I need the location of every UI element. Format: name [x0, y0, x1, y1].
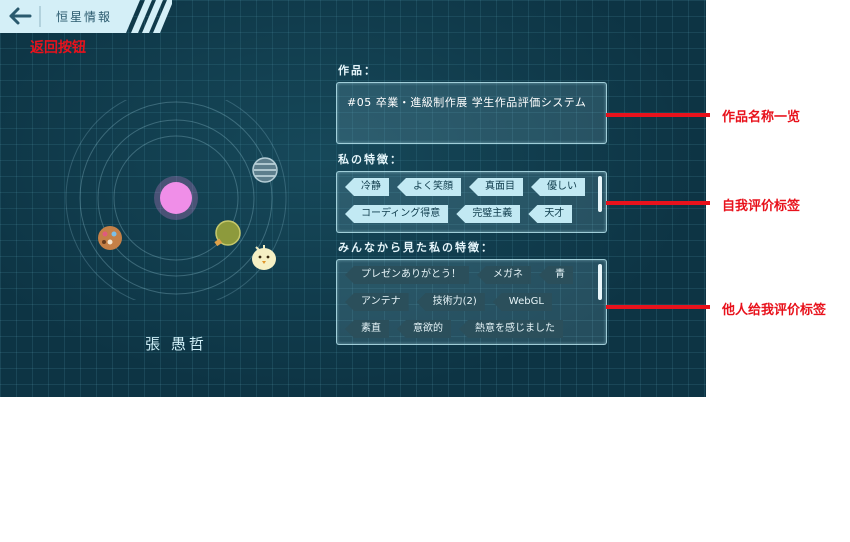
annotation-line-works	[606, 113, 710, 117]
self-tag[interactable]: 完璧主義	[456, 205, 521, 223]
self-traits-panel: 冷静 よく笑顔 真面目 優しい コーディング得意 完璧主義 天才	[336, 171, 607, 233]
self-tag[interactable]: 真面目	[469, 178, 523, 196]
works-label: 作品：	[338, 64, 377, 77]
cookie-planet[interactable]	[98, 226, 122, 250]
striped-planet[interactable]	[252, 157, 278, 183]
others-tag[interactable]: アンテナ	[345, 293, 409, 311]
others-traits-label: みんなから見た私の特徴：	[338, 241, 494, 254]
back-button[interactable]	[8, 6, 34, 26]
others-tag[interactable]: プレゼンありがとう！	[345, 266, 469, 284]
others-tag[interactable]: メガネ	[477, 266, 531, 284]
self-tag[interactable]: よく笑顔	[397, 178, 461, 196]
arrow-left-icon	[9, 7, 32, 25]
annotation-self-tags: 自我评价标签	[722, 199, 801, 214]
chick-planet[interactable]	[252, 245, 276, 270]
self-tag[interactable]: 優しい	[531, 178, 585, 196]
works-item[interactable]: #05 卒業・進級制作展 学生作品評価システム	[347, 94, 586, 110]
others-tag[interactable]: 素直	[345, 320, 389, 338]
annotation-line-others	[606, 305, 710, 309]
self-tag[interactable]: コーディング得意	[345, 205, 449, 223]
header-tab: 恒星情報	[0, 0, 172, 33]
annotation-line-self	[606, 201, 710, 205]
others-tag[interactable]: 技術力(2)	[416, 293, 485, 311]
self-traits-label: 私の特徴：	[338, 153, 403, 166]
annotation-back: 返回按钮	[30, 40, 86, 56]
player-name: 張 愚哲	[145, 335, 207, 353]
annotation-others-tags: 他人给我评价标签	[722, 303, 827, 318]
self-tag[interactable]: 天才	[528, 205, 573, 223]
orbit-system	[65, 100, 287, 300]
others-tag[interactable]: 意欲的	[397, 320, 451, 338]
works-panel: #05 卒業・進級制作展 学生作品評価システム	[336, 82, 607, 144]
annotation-works: 作品名称一览	[722, 110, 801, 125]
app-screen: 恒星情報 張 愚哲 作品： #05 卒業・進級制作展 学生作品評価システム 私の…	[0, 0, 706, 397]
others-tag[interactable]: WebGL	[492, 293, 552, 311]
self-traits-scrollbar[interactable]	[598, 176, 602, 212]
lightbulb-planet[interactable]	[214, 220, 241, 247]
others-traits-panel: プレゼンありがとう！ メガネ 青 アンテナ 技術力(2) WebGL 素直 意欲…	[336, 259, 607, 345]
page-title: 恒星情報	[56, 10, 113, 24]
others-tag[interactable]: 青	[539, 266, 573, 284]
others-traits-scrollbar[interactable]	[598, 264, 602, 300]
self-tag[interactable]: 冷静	[345, 178, 389, 196]
sun-planet[interactable]	[160, 182, 192, 214]
others-tag[interactable]: 熱意を感じました	[459, 320, 563, 338]
